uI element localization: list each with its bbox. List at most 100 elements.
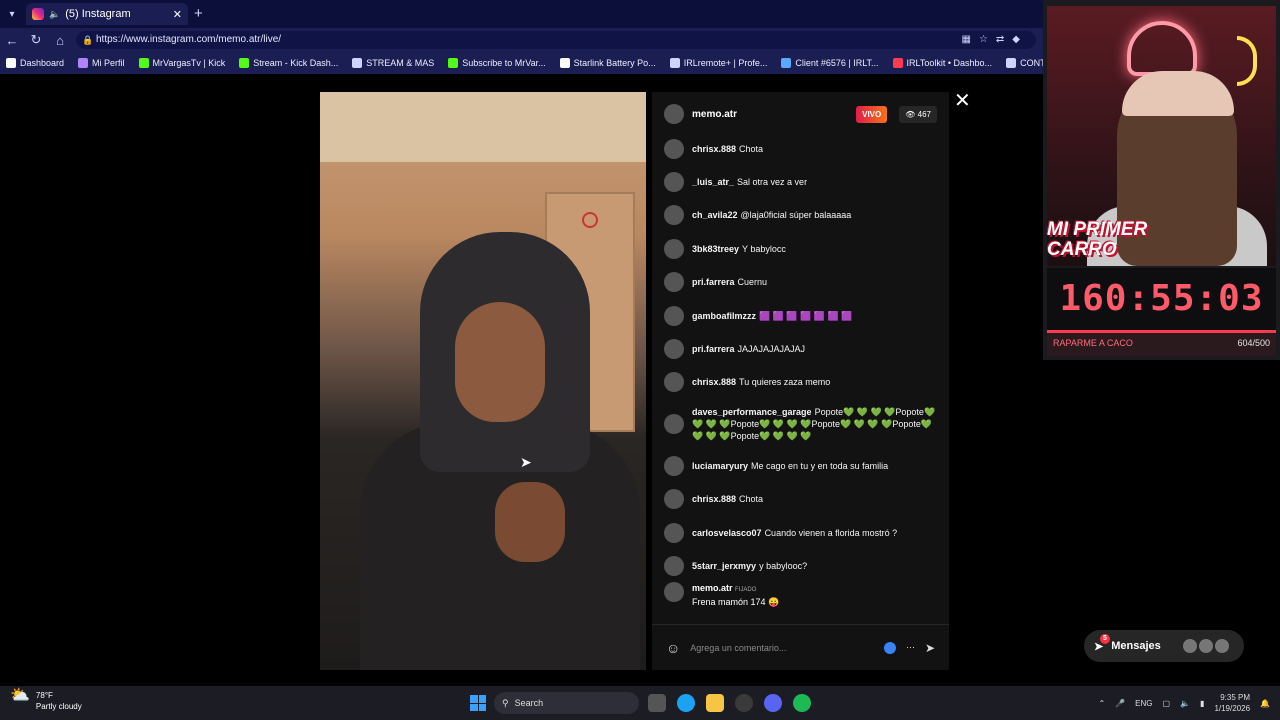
messages-badge: 5 (1100, 634, 1110, 644)
app-icon[interactable] (735, 694, 753, 712)
host-username[interactable]: memo.atr (692, 109, 848, 120)
bookmark-icon (352, 58, 363, 68)
tab-instagram[interactable]: 🔈 (5) Instagram ✕ (26, 3, 188, 25)
commenter-username[interactable]: chrisx.888 (692, 144, 736, 154)
bookmark-item[interactable]: IRLremote+ | Profe... (669, 58, 768, 68)
commenter-username[interactable]: luciamaryury (692, 461, 748, 471)
network-icon[interactable]: ▢ (1163, 699, 1171, 708)
speaker-icon[interactable]: 🔈 (49, 9, 60, 20)
commenter-avatar[interactable] (664, 138, 684, 159)
bookmark-item[interactable]: Subscribe to MrVar... (448, 58, 546, 68)
bookmark-item[interactable]: Mi Perfil (78, 58, 125, 68)
task-view-icon[interactable] (648, 694, 666, 712)
file-explorer-icon[interactable] (706, 694, 724, 712)
pinned-avatar[interactable] (664, 582, 684, 602)
commenter-username[interactable]: 3bk83treey (692, 244, 739, 254)
verified-icon (883, 641, 896, 654)
comment-input[interactable] (690, 642, 874, 653)
url-field[interactable]: 🔒 https://www.instagram.com/memo.atr/liv… (76, 31, 1036, 49)
bookmark-item[interactable]: Starlink Battery Po... (559, 58, 656, 68)
commenter-username[interactable]: ch_avila22 (692, 210, 738, 220)
commenter-avatar[interactable] (664, 372, 684, 393)
instagram-icon (32, 8, 44, 20)
live-badge: VIVO (856, 105, 888, 123)
pinned-username[interactable]: memo.atr (692, 583, 733, 593)
language-indicator[interactable]: ENG (1135, 699, 1152, 708)
send-icon[interactable]: ➤ (925, 641, 935, 655)
live-video[interactable] (320, 92, 646, 670)
taskbar-search[interactable]: ⚲ Search (494, 692, 639, 714)
close-icon[interactable]: ✕ (954, 88, 971, 113)
host-avatar[interactable] (664, 104, 684, 124)
commenter-username[interactable]: chrisx.888 (692, 494, 736, 504)
more-options-icon[interactable]: ⋯ (906, 642, 915, 653)
goal-progress-fill (1047, 330, 1276, 333)
emoji-icon[interactable]: ☺ (666, 640, 680, 656)
commenter-avatar[interactable] (664, 455, 684, 476)
clock[interactable]: 9:35 PM 1/19/2026 (1214, 692, 1250, 714)
commenter-username[interactable]: carlosvelasco07 (692, 528, 762, 538)
comment-item: 3bk83treey Y babylocc (652, 232, 949, 265)
close-tab-icon[interactable]: ✕ (173, 8, 182, 21)
commenter-avatar[interactable] (664, 339, 684, 360)
start-button[interactable] (470, 695, 486, 711)
volume-icon[interactable]: 🔈 (1180, 699, 1190, 708)
mouse-cursor-icon: ➤ (520, 454, 532, 470)
weather-widget[interactable]: ⛅ 78°F Partly cloudy (10, 688, 82, 712)
bookmark-item[interactable]: STREAM & MAS (352, 58, 434, 68)
bookmark-item[interactable]: Dashboard (6, 58, 64, 68)
commenter-avatar[interactable] (664, 555, 684, 576)
home-button[interactable]: ⌂ (48, 33, 72, 48)
commenter-username[interactable]: daves_performance_garage (692, 407, 812, 417)
commenter-avatar[interactable] (664, 172, 684, 193)
bookmark-label: Dashboard (20, 58, 65, 68)
comment-composer: ☺ ⋯ ➤ (652, 624, 949, 670)
comment-item: gamboafilmzzz 🟪 🟪 🟪 🟪 🟪 🟪 🟪 (652, 299, 949, 332)
bookmark-label: IRLToolkit • Dashbo... (906, 58, 993, 68)
edge-icon[interactable] (677, 694, 695, 712)
new-tab-button[interactable]: + (194, 5, 203, 22)
commenter-username[interactable]: _luis_atr_ (692, 177, 734, 187)
chevron-up-icon[interactable]: ⌃ (1098, 699, 1105, 708)
messages-label: Mensajes (1111, 640, 1161, 652)
commenter-avatar[interactable] (664, 305, 684, 326)
bookmark-label: Starlink Battery Po... (573, 58, 656, 68)
discord-icon[interactable] (764, 694, 782, 712)
messages-button[interactable]: ➤ 5 Mensajes (1084, 630, 1244, 662)
bookmark-label: MrVargasTv | Kick (152, 58, 226, 68)
bookmark-item[interactable]: Stream - Kick Dash... (239, 58, 338, 68)
commenter-username[interactable]: chrisx.888 (692, 377, 736, 387)
bookmark-item[interactable]: MrVargasTv | Kick (138, 58, 226, 68)
commenter-username[interactable]: pri.farrera (692, 277, 735, 287)
comment-item: luciamaryury Me cago en tu y en toda su f… (652, 449, 949, 482)
bookmark-item[interactable]: Client #6576 | IRLT... (781, 58, 879, 68)
commenter-avatar[interactable] (664, 272, 684, 293)
lock-icon[interactable]: 🔒 (82, 31, 93, 49)
bookmark-label: IRLremote+ | Profe... (683, 58, 768, 68)
bookmark-icon (892, 58, 903, 68)
refresh-button[interactable]: ↻ (24, 32, 48, 48)
comment-list[interactable]: chrisx.888 Chota _luis_atr_ Sal otra vez a … (652, 132, 949, 612)
pinned-comment: memo.atr FIJADO Frena mamón 174 😛 (652, 582, 949, 608)
banner-line2: CARRO (1047, 239, 1117, 260)
tab-actions-menu[interactable]: ▾ (0, 0, 24, 28)
bookmark-item[interactable]: IRLToolkit • Dashbo... (892, 58, 993, 68)
commenter-username[interactable]: pri.farrera (692, 344, 735, 354)
comment-text: @laja0ficial súper balaaaaa (740, 210, 852, 221)
comment-text: JAJAJAJAJAJAJ (737, 344, 806, 355)
commenter-avatar[interactable] (664, 238, 684, 259)
commenter-avatar[interactable] (664, 414, 684, 435)
commenter-avatar[interactable] (664, 489, 684, 510)
commenter-username[interactable]: 5starr_jerxmyy (692, 561, 756, 571)
commenter-username[interactable]: gamboafilmzzz (692, 311, 756, 321)
clock-date: 1/19/2026 (1214, 704, 1251, 713)
spotify-icon[interactable] (793, 694, 811, 712)
url-toolbar-icons[interactable]: ▦☆⇄◆ (962, 31, 1028, 49)
commenter-avatar[interactable] (664, 522, 684, 543)
battery-icon[interactable]: ▮ (1200, 699, 1204, 708)
live-header: memo.atr VIVO 👁 467 (652, 92, 949, 136)
microphone-icon[interactable]: 🎤 (1115, 699, 1125, 708)
notifications-icon[interactable]: 🔔 (1260, 699, 1270, 708)
commenter-avatar[interactable] (664, 205, 684, 226)
back-button[interactable]: ← (0, 33, 24, 48)
